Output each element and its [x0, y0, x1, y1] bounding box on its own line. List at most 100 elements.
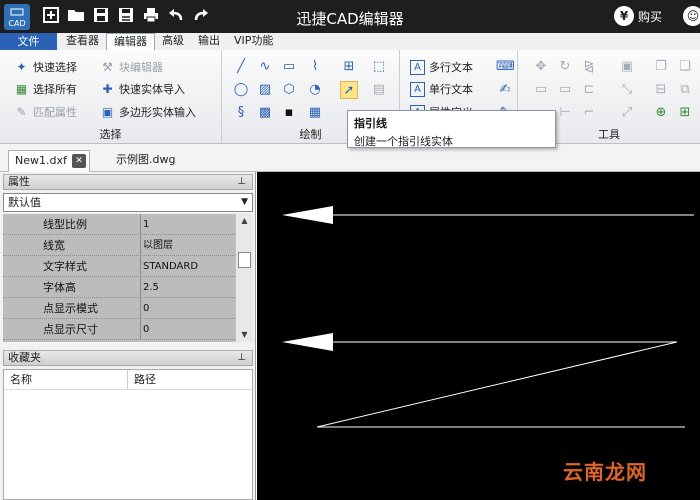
- property-row[interactable]: 线型比例 1: [3, 214, 235, 235]
- favorites-list: 名称 路径: [3, 369, 253, 500]
- user-icon[interactable]: ☺: [683, 6, 700, 26]
- erase-icon[interactable]: ▭: [532, 81, 550, 99]
- explode-icon[interactable]: ▭: [556, 81, 574, 99]
- text-style-icon[interactable]: ⌨: [496, 58, 515, 76]
- property-value[interactable]: 0: [141, 319, 149, 339]
- layer-icon[interactable]: ▣: [618, 58, 636, 76]
- polygon-entity-input-label: 多边形实体输入: [119, 106, 196, 119]
- yen-icon: ¥: [614, 6, 634, 26]
- copy-icon[interactable]: ❐: [652, 58, 670, 76]
- helix-icon[interactable]: §: [232, 104, 250, 122]
- property-value[interactable]: STANDARD: [141, 256, 198, 276]
- leader-arrowhead-1: [282, 206, 333, 224]
- tooltip-description: 创建一个指引线实体: [354, 135, 453, 148]
- pin-icon[interactable]: ⊥: [237, 351, 246, 365]
- tab-viewer[interactable]: 查看器: [59, 33, 106, 50]
- brush-icon: ✎: [16, 104, 27, 119]
- scroll-thumb[interactable]: [238, 252, 251, 268]
- scroll-up-icon[interactable]: ▲: [236, 214, 253, 228]
- property-value[interactable]: 2.5: [141, 277, 159, 297]
- line-icon[interactable]: ╱: [232, 58, 250, 76]
- spline-icon[interactable]: ⌇: [306, 58, 324, 76]
- drawing-canvas[interactable]: [257, 172, 700, 500]
- hatch-icon[interactable]: ▨: [256, 81, 274, 99]
- tab-advanced[interactable]: 高级: [155, 33, 191, 50]
- property-name: 线宽: [3, 235, 141, 255]
- menu-file[interactable]: 文件: [0, 33, 57, 50]
- stretch-icon[interactable]: ⤢: [618, 104, 636, 122]
- leader-line-icon[interactable]: ➚: [340, 81, 358, 99]
- property-row[interactable]: 点显示尺寸 0: [3, 319, 235, 340]
- property-row[interactable]: 字体高 2.5: [3, 277, 235, 298]
- block-insert-icon[interactable]: ▤: [370, 81, 388, 99]
- quick-entity-import-label: 快速实体导入: [119, 83, 185, 96]
- property-row[interactable]: 点显示模式 0: [3, 298, 235, 319]
- add-entity-icon[interactable]: ⊞: [676, 104, 694, 122]
- tab-output[interactable]: 输出: [191, 33, 227, 50]
- title-bar: CAD 迅捷CAD编辑器 ¥ 购买 ☺: [0, 0, 700, 33]
- single-text-button[interactable]: A 单行文本: [410, 81, 473, 97]
- match-icon[interactable]: ⊕: [652, 104, 670, 122]
- extend-icon[interactable]: ⊢: [556, 104, 574, 122]
- quick-select-button[interactable]: ✦ 快速选择: [14, 59, 77, 75]
- property-name: 字体高: [3, 277, 141, 297]
- scale-icon[interactable]: ⤡: [618, 81, 636, 99]
- buy-button[interactable]: ¥ 购买: [614, 5, 662, 27]
- mtext-button[interactable]: A 多行文本: [410, 59, 473, 75]
- left-panel: 属性 ⊥ 默认值 ▼ 线型比例 1 线宽 以图层 文字样式 STANDARD 字…: [0, 172, 256, 500]
- tab-vip[interactable]: VIP功能: [227, 33, 280, 50]
- image-insert-icon[interactable]: ▦: [306, 104, 324, 122]
- property-value[interactable]: 1: [141, 214, 149, 234]
- table-insert-icon[interactable]: ⊞: [340, 58, 358, 76]
- doc-tab-sample[interactable]: 示例图.dwg: [110, 150, 181, 172]
- block-editor-button[interactable]: ⚒ 块编辑器: [100, 59, 163, 75]
- paste-icon[interactable]: ❏: [676, 58, 694, 76]
- fillet-icon[interactable]: ⌐: [580, 104, 598, 122]
- match-properties-button[interactable]: ✎ 匹配属性: [14, 104, 77, 120]
- select-all-button[interactable]: ▦ 选择所有: [14, 81, 77, 97]
- polyline-icon[interactable]: ∿: [256, 58, 274, 76]
- property-row[interactable]: 文字样式 STANDARD: [3, 256, 235, 277]
- diagonal-line[interactable]: [316, 341, 678, 428]
- scroll-down-icon[interactable]: ▼: [236, 328, 253, 342]
- group-icon[interactable]: ⧉: [676, 81, 694, 99]
- property-name: 线型比例: [3, 214, 141, 234]
- chevron-down-icon: ▼: [241, 197, 248, 207]
- property-scrollbar[interactable]: ▲ ▼: [235, 214, 253, 342]
- property-row[interactable]: 线宽 以图层: [3, 235, 235, 256]
- polygon-entity-input-button[interactable]: ▣ 多边形实体输入: [100, 104, 196, 120]
- properties-combo[interactable]: 默认值 ▼: [3, 193, 253, 212]
- property-name: 点显示模式: [3, 298, 141, 318]
- doc-tab-new1[interactable]: New1.dxf ✕: [8, 150, 90, 172]
- select-all-label: 选择所有: [33, 83, 77, 96]
- quick-entity-import-button[interactable]: ✚ 快速实体导入: [100, 81, 185, 97]
- array-icon[interactable]: ⊟: [652, 81, 670, 99]
- block-editor-icon: ⚒: [102, 59, 113, 74]
- tab-editor[interactable]: 编辑器: [106, 33, 155, 50]
- pin-icon[interactable]: ⊥: [237, 175, 246, 189]
- quick-select-label: 快速选择: [33, 61, 77, 74]
- arc-icon[interactable]: ◔: [306, 81, 324, 99]
- column-header-name[interactable]: 名称: [4, 370, 128, 389]
- move-icon[interactable]: ✥: [532, 58, 550, 76]
- region-icon[interactable]: ⬚: [370, 58, 388, 76]
- property-grid: 线型比例 1 线宽 以图层 文字样式 STANDARD 字体高 2.5 点显示模…: [3, 214, 235, 342]
- rectangle-icon[interactable]: ▭: [280, 58, 298, 76]
- rotate-icon[interactable]: ↻: [556, 58, 574, 76]
- property-value[interactable]: 以图层: [141, 235, 173, 255]
- mirror-icon[interactable]: ⧎: [580, 58, 598, 76]
- property-name: 文字样式: [3, 256, 141, 276]
- column-header-path[interactable]: 路径: [128, 370, 156, 389]
- point-icon[interactable]: ▪: [280, 104, 298, 122]
- polygon-draw-icon[interactable]: ⬡: [280, 81, 298, 99]
- text-edit-icon[interactable]: ✍: [496, 81, 514, 99]
- trim-icon[interactable]: ⊏: [580, 81, 598, 99]
- property-value[interactable]: 0: [141, 298, 149, 318]
- favorites-header: 收藏夹 ⊥: [3, 350, 253, 366]
- crosshair-icon: ✚: [102, 81, 113, 96]
- wipeout-icon[interactable]: ▩: [256, 104, 274, 122]
- close-icon[interactable]: ✕: [72, 154, 86, 168]
- ribbon-group-select: ✦ 快速选择 ▦ 选择所有 ✎ 匹配属性 ⚒ 块编辑器 ✚ 快速实体导入 ▣ 多…: [0, 50, 222, 144]
- ribbon-group-label-select: 选择: [99, 128, 122, 141]
- circle-icon[interactable]: ◯: [232, 81, 250, 99]
